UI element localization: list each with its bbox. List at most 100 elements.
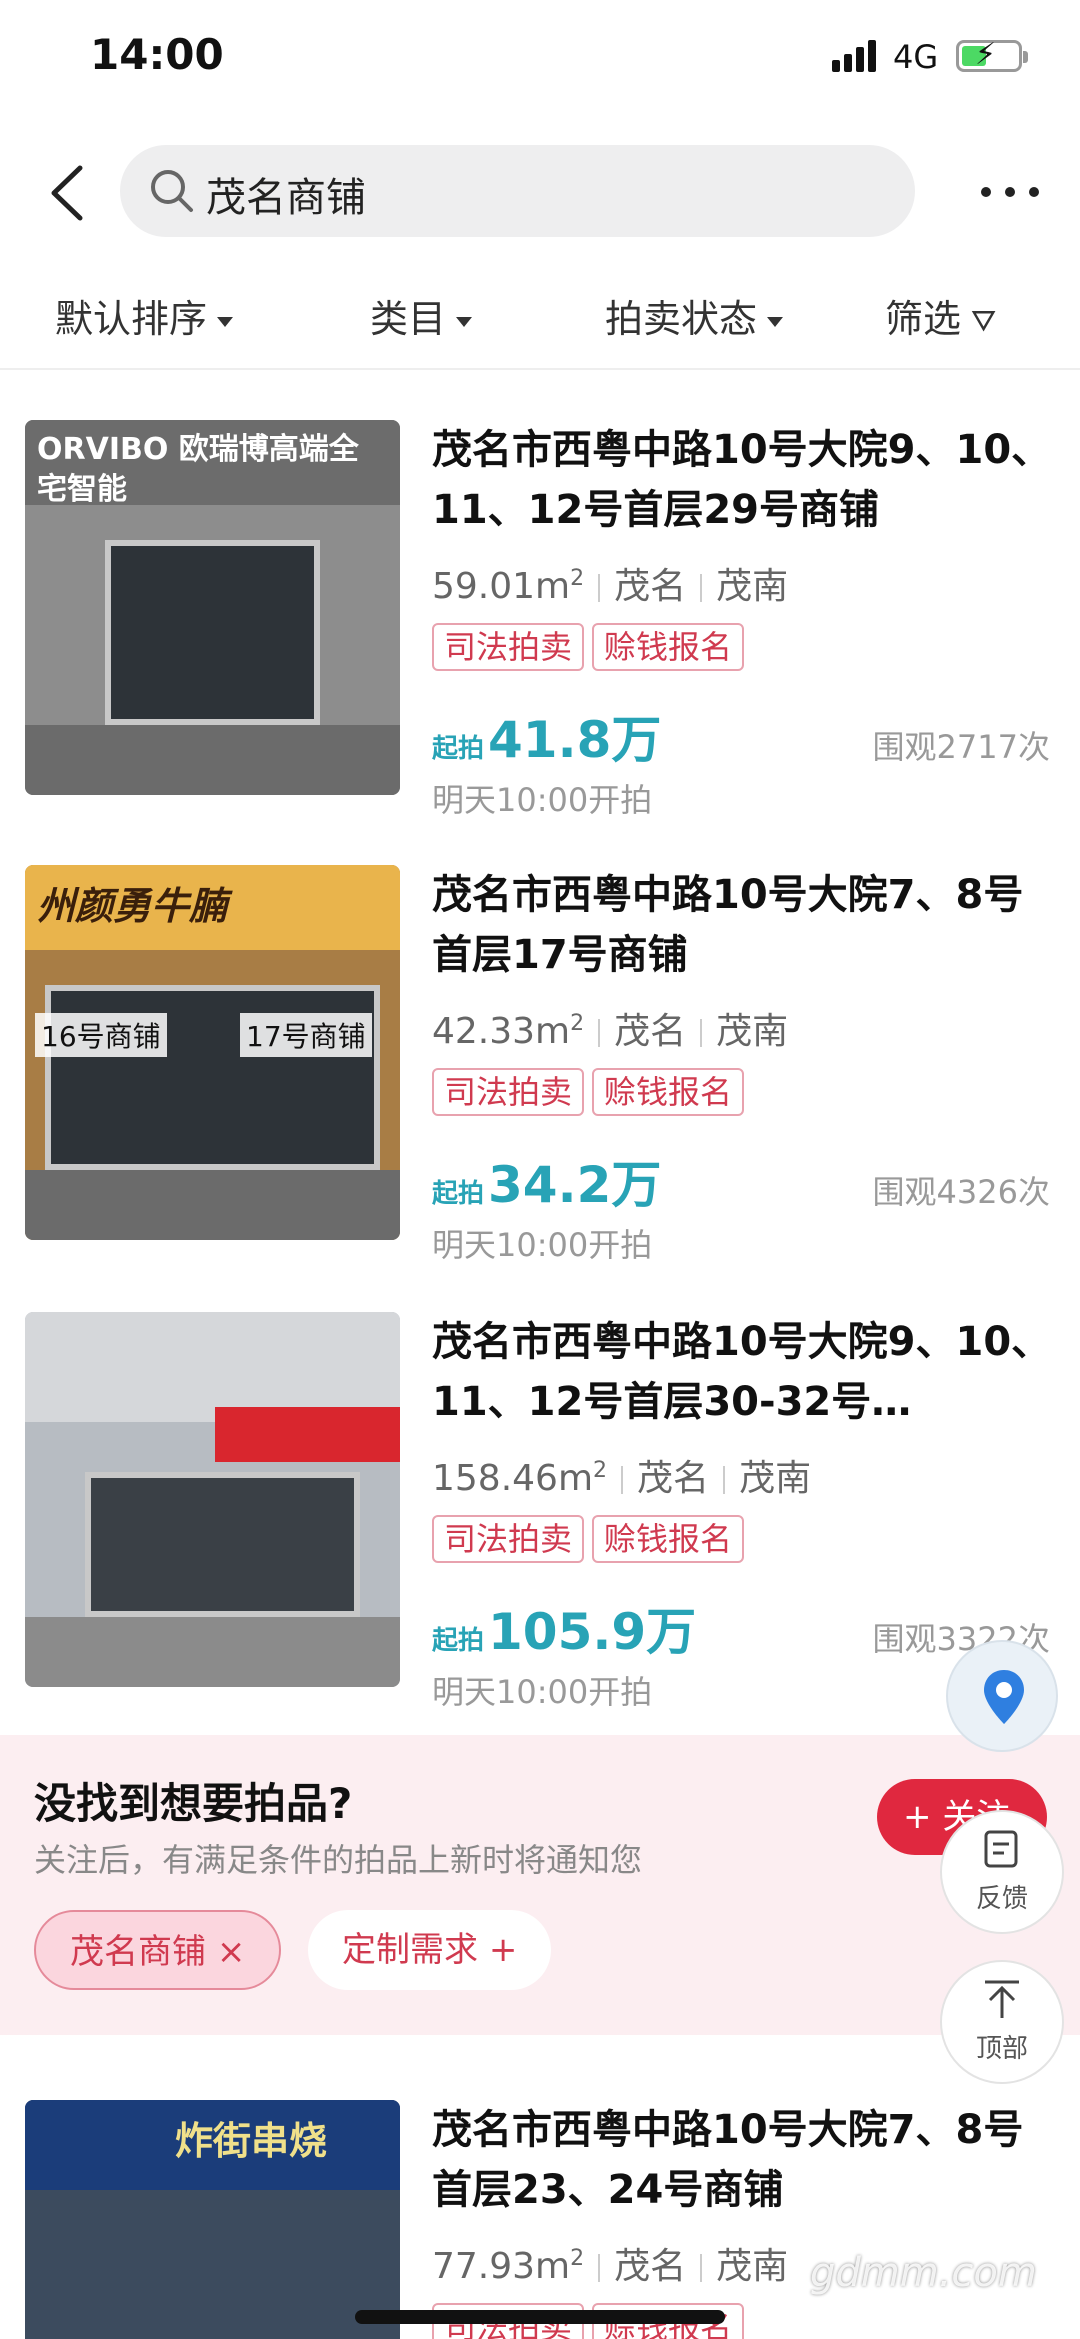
filter-advanced[interactable]: 筛选 ⛛: [885, 288, 996, 343]
price-prefix: 起拍: [432, 734, 485, 764]
listing-district: 茂南: [716, 1011, 789, 1052]
signal-icon: [832, 40, 878, 72]
list-item[interactable]: 州颜勇牛腩 16号商铺 17号商铺 茂名市西粤中路10号大院7、8号首层17号商…: [0, 865, 1080, 1305]
image-sign-text: 州颜勇牛腩: [37, 884, 228, 928]
search-query: 茂名商铺: [206, 175, 366, 221]
subscribe-description: 关注后，有满足条件的拍品上新时将通知您: [34, 1841, 643, 1879]
image-sign-text: ORVIBO 欧瑞博高端全宅智能: [37, 432, 359, 507]
listing-area: 59.01m: [432, 566, 571, 607]
listing-title: 茂名市西粤中路10号大院7、8号首层17号商铺: [432, 872, 1024, 978]
subscribe-title: 没找到想要拍品?: [34, 1779, 353, 1828]
listing-title: 茂名市西粤中路10号大院7、8号首层23、24号商铺: [432, 2107, 1024, 2213]
listing-start-time: 明天10:00开拍: [432, 1226, 653, 1264]
listing-title: 茂名市西粤中路10号大院9、10、11、12号首层29号商铺: [432, 427, 1052, 533]
listing-city: 茂名: [637, 1458, 710, 1499]
tag-credit: 赊钱报名: [592, 1068, 745, 1116]
filter-bar: 默认排序 类目 拍卖状态 筛选 ⛛: [0, 270, 1080, 370]
price-prefix: 起拍: [432, 1626, 485, 1656]
tag-credit: 赊钱报名: [592, 623, 745, 671]
listing-image: ORVIBO 欧瑞博高端全宅智能: [25, 420, 400, 795]
listing-start-time: 明天10:00开拍: [432, 1673, 653, 1711]
listing-city: 茂名: [614, 566, 687, 607]
listing-price: 起拍34.2万: [432, 1145, 661, 1217]
filter-sort-label: 默认排序: [55, 297, 208, 341]
listing-image: [25, 1312, 400, 1687]
list-item[interactable]: ORVIBO 欧瑞博高端全宅智能 茂名市西粤中路10号大院9、10、11、12号…: [0, 420, 1080, 860]
list-item[interactable]: 炸街串烧 茂名市西粤中路10号大院7、8号首层23、24号商铺 77.93m2 茂…: [0, 2100, 1080, 2339]
back-to-top-label: 顶部: [975, 2034, 1028, 2064]
price-value: 105.9万: [488, 1603, 697, 1661]
home-indicator[interactable]: [355, 2310, 725, 2324]
tag-judicial: 司法拍卖: [432, 1515, 585, 1563]
network-type: 4G: [893, 38, 939, 76]
listing-tags: 司法拍卖赊钱报名: [432, 1068, 752, 1116]
custom-demand-label: 定制需求: [342, 1930, 478, 1970]
listing-image: 州颜勇牛腩 16号商铺 17号商铺: [25, 865, 400, 1240]
filter-category[interactable]: 类目: [370, 288, 473, 343]
caret-down-icon: [217, 316, 234, 327]
filter-sort[interactable]: 默认排序: [55, 288, 234, 343]
area-unit: 2: [570, 2246, 585, 2271]
listing-area: 77.93m: [432, 2246, 571, 2287]
arrow-up-icon: [985, 1980, 1019, 2018]
price-prefix: 起拍: [432, 1179, 485, 1209]
back-to-top-button[interactable]: 顶部: [940, 1960, 1064, 2084]
tag-judicial: 司法拍卖: [432, 623, 585, 671]
list-item[interactable]: 茂名市西粤中路10号大院9、10、11、12号首层30-32号… 158.46m…: [0, 1312, 1080, 1752]
tag-credit: 赊钱报名: [592, 1515, 745, 1563]
more-button[interactable]: [975, 160, 1045, 220]
feedback-icon: [984, 1830, 1018, 1868]
image-label: 16号商铺: [35, 1013, 167, 1057]
listing-title: 茂名市西粤中路10号大院9、10、11、12号首层30-32号…: [432, 1319, 1052, 1425]
watermark: gdmm.com: [810, 2250, 1037, 2296]
image-sign-text: 炸街串烧: [175, 2119, 328, 2163]
custom-demand-chip[interactable]: 定制需求 +: [308, 1910, 552, 1990]
header: 茂名商铺: [0, 130, 1080, 250]
tag-judicial: 司法拍卖: [432, 1068, 585, 1116]
filter-status-label: 拍卖状态: [605, 297, 758, 341]
feedback-label: 反馈: [975, 1884, 1028, 1914]
listing-city: 茂名: [614, 2246, 687, 2287]
search-icon: [151, 170, 193, 212]
listing-area: 158.46m: [432, 1458, 594, 1499]
caret-down-icon: [767, 316, 784, 327]
listing-meta: 158.46m2 茂名 茂南: [432, 1449, 811, 1501]
close-icon[interactable]: ×: [217, 1932, 246, 1972]
listing-city: 茂名: [614, 1011, 687, 1052]
listing-image: 炸街串烧: [25, 2100, 400, 2339]
listing-meta: 77.93m2 茂名 茂南: [432, 2237, 788, 2289]
listing-district: 茂南: [716, 2246, 789, 2287]
price-value: 34.2万: [488, 1156, 662, 1214]
listing-meta: 42.33m2 茂名 茂南: [432, 1002, 788, 1054]
back-arrow-icon: [51, 165, 83, 221]
listing-tags: 司法拍卖赊钱报名: [432, 623, 752, 671]
status-time: 14:00: [90, 30, 224, 79]
area-unit: 2: [570, 566, 585, 591]
listing-district: 茂南: [716, 566, 789, 607]
listing-meta: 59.01m2 茂名 茂南: [432, 557, 788, 609]
price-value: 41.8万: [488, 711, 662, 769]
listing-tags: 司法拍卖赊钱报名: [432, 1515, 752, 1563]
listing-start-time: 明天10:00开拍: [432, 781, 653, 819]
battery-icon: ⚡: [956, 37, 1028, 72]
status-bar: 14:00 4G ⚡: [0, 0, 1080, 120]
map-pin-icon: [984, 1670, 1024, 1724]
filter-status[interactable]: 拍卖状态: [605, 288, 784, 343]
area-unit: 2: [570, 1011, 585, 1036]
search-input[interactable]: 茂名商铺: [120, 145, 915, 237]
plus-icon: +: [903, 1797, 932, 1837]
listing-views: 围观4326次: [872, 1173, 1050, 1211]
keyword-chip-label: 茂名商铺: [70, 1932, 206, 1972]
back-button[interactable]: [40, 158, 100, 228]
caret-down-icon: [456, 316, 473, 327]
funnel-icon: ⛛: [971, 304, 997, 339]
subscribe-panel: 没找到想要拍品? 关注后，有满足条件的拍品上新时将通知您 茂名商铺 × 定制需求…: [0, 1735, 1080, 2035]
image-label: 17号商铺: [240, 1013, 372, 1057]
keyword-chip[interactable]: 茂名商铺 ×: [34, 1910, 282, 1990]
map-button[interactable]: [946, 1640, 1058, 1752]
filter-category-label: 类目: [370, 297, 447, 341]
area-unit: 2: [593, 1458, 608, 1483]
feedback-button[interactable]: 反馈: [940, 1810, 1064, 1934]
listing-area: 42.33m: [432, 1011, 571, 1052]
listing-price: 起拍105.9万: [432, 1592, 696, 1664]
